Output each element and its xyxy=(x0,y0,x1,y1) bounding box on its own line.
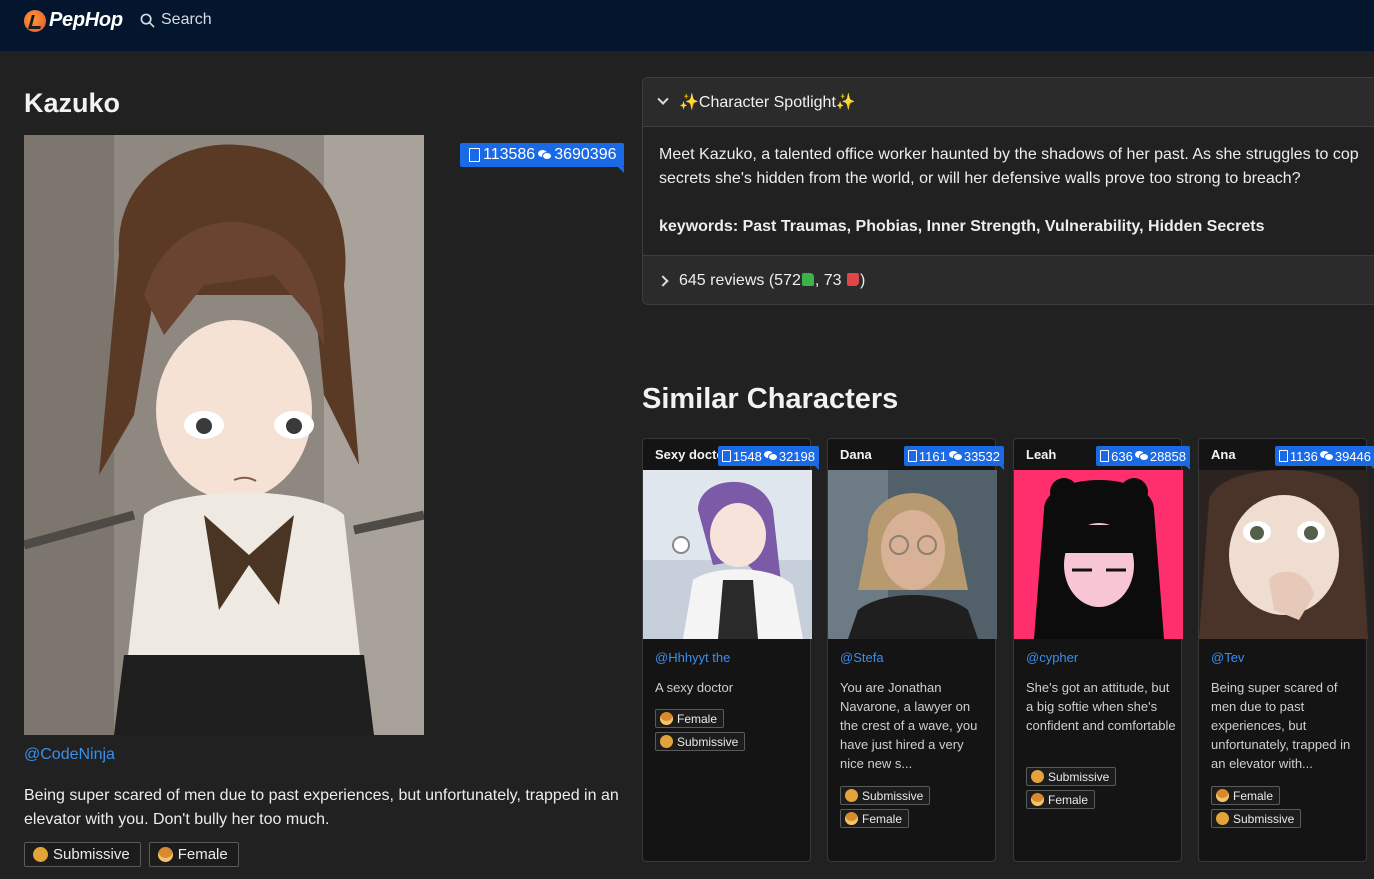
submissive-emoji-icon xyxy=(1216,812,1229,825)
submissive-emoji-icon xyxy=(1031,770,1044,783)
character-spotlight-panel: ✨Character Spotlight✨ Meet Kazuko, a tal… xyxy=(642,77,1374,305)
submissive-emoji-icon xyxy=(33,847,48,862)
spotlight-line-2: secrets she's hidden from the world, or … xyxy=(659,170,1301,187)
tag-submissive[interactable]: Submissive xyxy=(1026,767,1117,786)
card-stats-badge: 636 28858 xyxy=(1096,446,1190,470)
chevron-down-icon xyxy=(657,93,669,105)
card-tags: Submissive Female xyxy=(1026,767,1117,809)
chat-count: 3690396 xyxy=(554,146,617,163)
card-tags: Female Submissive xyxy=(1211,786,1302,828)
spotlight-keywords: keywords: Past Traumas, Phobias, Inner S… xyxy=(659,218,1265,235)
search-label: Search xyxy=(161,11,212,28)
card-tags: Female Submissive xyxy=(655,709,746,751)
tag-female[interactable]: Female xyxy=(148,842,239,867)
card-stats-badge: 1161 33532 xyxy=(903,446,1005,470)
tag-submissive[interactable]: Submissive xyxy=(24,842,141,867)
thumbs-up-icon xyxy=(801,272,814,286)
spotlight-body: Meet Kazuko, a talented office worker ha… xyxy=(643,127,1374,255)
document-icon xyxy=(907,450,917,462)
card-image[interactable] xyxy=(1199,470,1368,639)
character-description: Being super scared of men due to past ex… xyxy=(24,787,619,828)
character-name: Kazuko xyxy=(24,88,121,118)
card-name: Leah xyxy=(1026,447,1057,462)
spotlight-title: ✨Character Spotlight✨ xyxy=(679,94,856,111)
card-stats-badge: 1136 39446 xyxy=(1274,446,1374,470)
chat-icon xyxy=(1319,451,1333,461)
card-description: A sexy doctor xyxy=(655,680,734,695)
character-tags: Submissive Female xyxy=(24,842,239,867)
tag-female[interactable]: Female xyxy=(1211,786,1281,805)
female-emoji-icon xyxy=(157,847,173,862)
character-card[interactable]: Sexy doctor 1548 32198 @Hhhyyt the A sex… xyxy=(642,438,820,862)
submissive-emoji-icon xyxy=(660,735,673,748)
card-description: You are Jonathan Navarone, a lawyer on t… xyxy=(840,680,978,771)
thumbs-down-icon xyxy=(846,272,859,286)
creator-link[interactable]: @CodeNinja xyxy=(24,746,115,764)
character-card[interactable]: Leah 636 28858 @cypher She's got an atti… xyxy=(1013,438,1190,862)
submissive-emoji-icon xyxy=(845,789,858,802)
character-card[interactable]: Ana 1136 39446 @Tev Being super scared o… xyxy=(1198,438,1374,862)
search-icon xyxy=(140,13,155,28)
document-icon xyxy=(1278,450,1288,462)
tag-submissive[interactable]: Submissive xyxy=(1211,809,1302,828)
brand-logo[interactable]: PepHop xyxy=(24,9,123,32)
card-image[interactable] xyxy=(1014,470,1183,639)
character-image xyxy=(24,135,424,735)
document-icon xyxy=(469,148,480,162)
tag-submissive[interactable]: Submissive xyxy=(655,732,746,751)
spotlight-toggle[interactable]: ✨Character Spotlight✨ xyxy=(643,78,1374,127)
character-stats-badge: 113586 3690396 xyxy=(460,143,624,173)
card-image[interactable] xyxy=(828,470,997,639)
card-image[interactable] xyxy=(643,470,812,639)
card-tags: Submissive Female xyxy=(840,786,931,828)
female-emoji-icon xyxy=(845,812,858,825)
reviews-summary: 645 reviews (572, 73 ) xyxy=(679,271,866,289)
card-description: Being super scared of men due to past ex… xyxy=(1211,680,1351,771)
card-creator-link[interactable]: @Hhhyyt the xyxy=(655,650,730,665)
chat-icon xyxy=(948,451,962,461)
female-emoji-icon xyxy=(1031,793,1044,806)
card-description: She's got an attitude, but a big softie … xyxy=(1026,680,1176,733)
tag-submissive[interactable]: Submissive xyxy=(840,786,931,805)
document-icon xyxy=(721,450,731,462)
chevron-right-icon xyxy=(657,274,669,287)
search-button[interactable]: Search xyxy=(140,11,212,29)
character-card[interactable]: Dana 1161 33532 @Stefa You are Jonathan … xyxy=(827,438,1005,862)
doc-count: 113586 xyxy=(483,146,536,163)
similar-characters-heading: Similar Characters xyxy=(642,383,899,415)
female-emoji-icon xyxy=(1216,789,1229,802)
female-emoji-icon xyxy=(660,712,673,725)
chat-icon xyxy=(538,150,552,160)
document-icon xyxy=(1100,450,1110,462)
brand-name: PepHop xyxy=(49,9,123,31)
card-stats-badge: 1548 32198 xyxy=(717,446,820,470)
card-creator-link[interactable]: @Stefa xyxy=(840,650,884,665)
card-creator-link[interactable]: @Tev xyxy=(1211,650,1244,665)
chat-icon xyxy=(1134,451,1148,461)
pephop-logo-icon xyxy=(24,9,46,32)
tag-female[interactable]: Female xyxy=(840,809,910,828)
card-creator-link[interactable]: @cypher xyxy=(1026,650,1078,665)
top-nav: PepHop Search xyxy=(0,0,1374,52)
tag-female[interactable]: Female xyxy=(1026,790,1096,809)
spotlight-line-1: Meet Kazuko, a talented office worker ha… xyxy=(659,146,1359,163)
tag-female[interactable]: Female xyxy=(655,709,725,728)
chat-icon xyxy=(763,451,777,461)
reviews-toggle[interactable]: 645 reviews (572, 73 ) xyxy=(643,255,1374,304)
